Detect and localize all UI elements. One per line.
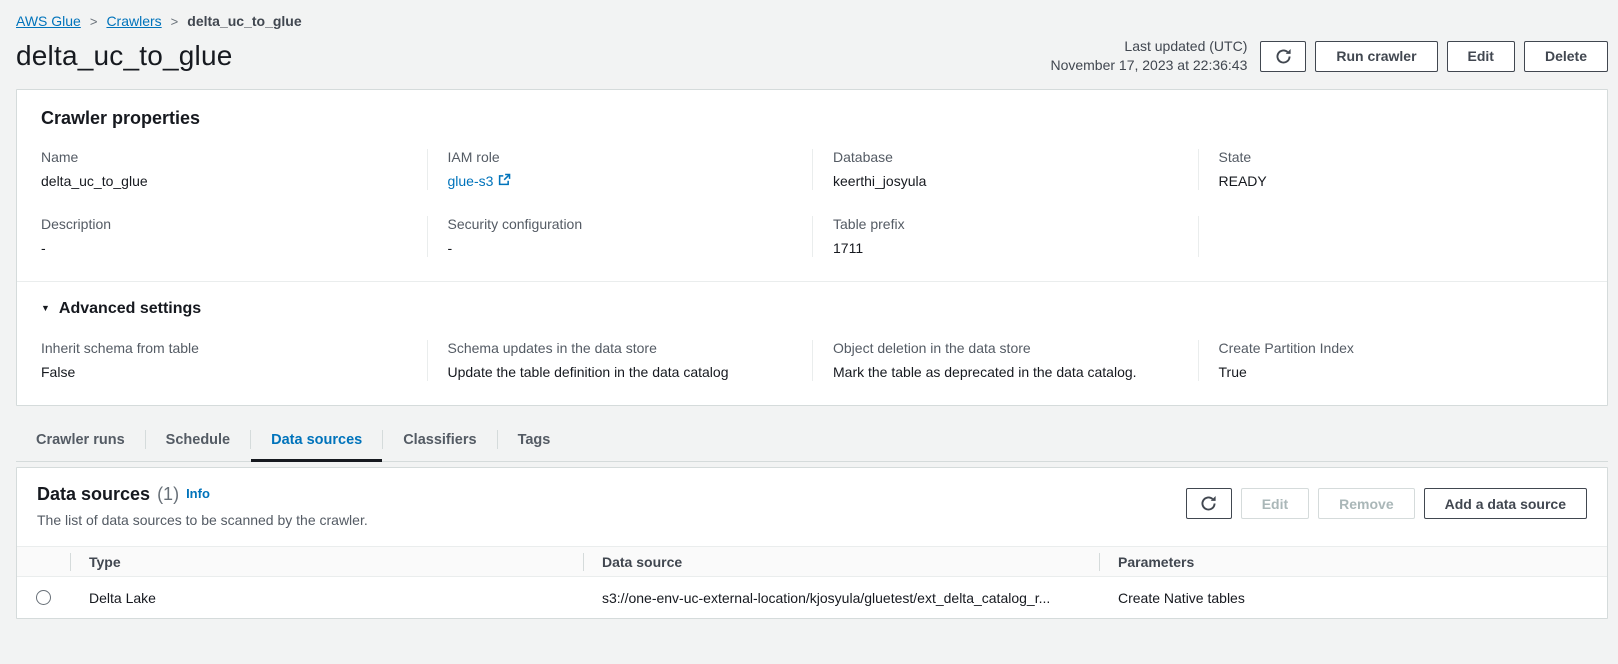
- external-link-icon: [498, 172, 511, 190]
- breadcrumb-separator-icon: >: [90, 14, 98, 29]
- data-sources-table: Type Data source Parameters Delta Lake s…: [17, 546, 1607, 618]
- field-value: 1711: [833, 239, 1174, 257]
- field-value: Mark the table as deprecated in the data…: [833, 363, 1174, 381]
- field-object-deletion: Object deletion in the data store Mark t…: [812, 340, 1198, 381]
- field-label: Name: [41, 149, 403, 165]
- delete-crawler-button[interactable]: Delete: [1524, 41, 1608, 72]
- field-label: State: [1219, 149, 1560, 165]
- field-label: Database: [833, 149, 1174, 165]
- edit-source-button[interactable]: Edit: [1241, 488, 1309, 519]
- advanced-settings-grid: Inherit schema from table False Schema u…: [41, 340, 1583, 381]
- crawler-properties-heading: Crawler properties: [41, 108, 1583, 129]
- run-crawler-button[interactable]: Run crawler: [1315, 41, 1437, 72]
- field-label: Object deletion in the data store: [833, 340, 1174, 356]
- field-partition-index: Create Partition Index True: [1198, 340, 1584, 381]
- field-value: keerthi_josyula: [833, 172, 1174, 190]
- tab-schedule[interactable]: Schedule: [146, 422, 250, 462]
- data-sources-description: The list of data sources to be scanned b…: [37, 512, 368, 528]
- tab-bar: Crawler runs Schedule Data sources Class…: [16, 422, 1608, 462]
- field-label: Security configuration: [448, 216, 789, 232]
- breadcrumb-link-aws-glue[interactable]: AWS Glue: [16, 13, 81, 29]
- info-link[interactable]: Info: [186, 486, 210, 501]
- field-inherit-schema: Inherit schema from table False: [41, 340, 427, 381]
- field-description: Description -: [41, 216, 427, 257]
- field-schema-updates: Schema updates in the data store Update …: [427, 340, 813, 381]
- field-label: Schema updates in the data store: [448, 340, 789, 356]
- tab-classifiers[interactable]: Classifiers: [383, 422, 496, 462]
- field-name: Name delta_uc_to_glue: [41, 149, 427, 190]
- field-table-prefix: Table prefix 1711: [812, 216, 1198, 257]
- data-sources-header: Data sources (1) Info The list of data s…: [17, 468, 1607, 538]
- breadcrumb: AWS Glue > Crawlers > delta_uc_to_glue: [16, 0, 1608, 29]
- advanced-settings-toggle[interactable]: ▼ Advanced settings: [41, 300, 1583, 318]
- page-title: delta_uc_to_glue: [16, 40, 233, 72]
- iam-role-link[interactable]: glue-s3: [448, 172, 512, 190]
- crawler-properties-panel: Crawler properties Name delta_uc_to_glue…: [16, 89, 1608, 406]
- column-header-type: Type: [70, 554, 583, 570]
- field-value: -: [448, 239, 789, 257]
- advanced-settings-heading: Advanced settings: [59, 300, 201, 318]
- breadcrumb-separator-icon: >: [171, 14, 179, 29]
- breadcrumb-current: delta_uc_to_glue: [187, 13, 301, 29]
- add-data-source-button[interactable]: Add a data source: [1424, 488, 1587, 519]
- field-iam-role: IAM role glue-s3: [427, 149, 813, 190]
- data-sources-count: (1): [157, 484, 179, 505]
- page-header-actions: Last updated (UTC) November 17, 2023 at …: [1050, 37, 1608, 75]
- field-value: -: [41, 239, 403, 257]
- field-security-configuration: Security configuration -: [427, 216, 813, 257]
- edit-crawler-button[interactable]: Edit: [1447, 41, 1515, 72]
- cell-type: Delta Lake: [70, 590, 583, 606]
- last-updated-label: Last updated (UTC): [1050, 37, 1247, 56]
- data-sources-heading-block: Data sources (1) Info The list of data s…: [37, 484, 368, 528]
- refresh-icon: [1200, 495, 1217, 512]
- caret-down-icon: ▼: [41, 303, 50, 313]
- refresh-button[interactable]: [1260, 41, 1306, 72]
- last-updated-value: November 17, 2023 at 22:36:43: [1050, 56, 1247, 75]
- breadcrumb-link-crawlers[interactable]: Crawlers: [106, 13, 161, 29]
- column-header-parameters: Parameters: [1099, 554, 1607, 570]
- table-row[interactable]: Delta Lake s3://one-env-uc-external-loca…: [17, 577, 1607, 618]
- row-select-radio[interactable]: [36, 590, 51, 605]
- tab-tags[interactable]: Tags: [498, 422, 571, 462]
- field-value: True: [1219, 363, 1560, 381]
- field-label: Description: [41, 216, 403, 232]
- properties-grid: Name delta_uc_to_glue IAM role glue-s3 D…: [41, 149, 1583, 257]
- page: AWS Glue > Crawlers > delta_uc_to_glue d…: [0, 0, 1618, 619]
- cell-data-source: s3://one-env-uc-external-location/kjosyu…: [583, 590, 1099, 606]
- section-divider: [17, 281, 1607, 282]
- column-header-data-source: Data source: [583, 554, 1099, 570]
- refresh-icon: [1275, 48, 1292, 65]
- last-updated: Last updated (UTC) November 17, 2023 at …: [1050, 37, 1247, 75]
- field-state: State READY: [1198, 149, 1584, 190]
- iam-role-link-label: glue-s3: [448, 172, 494, 190]
- cell-parameters: Create Native tables: [1099, 590, 1607, 606]
- tab-crawler-runs[interactable]: Crawler runs: [16, 422, 145, 462]
- crawler-state-value: READY: [1219, 172, 1560, 190]
- field-label: Create Partition Index: [1219, 340, 1560, 356]
- data-sources-panel: Data sources (1) Info The list of data s…: [16, 467, 1608, 619]
- table-header-row: Type Data source Parameters: [17, 546, 1607, 577]
- page-header: delta_uc_to_glue Last updated (UTC) Nove…: [16, 37, 1608, 75]
- field-label: IAM role: [448, 149, 789, 165]
- remove-source-button[interactable]: Remove: [1318, 488, 1414, 519]
- field-label: Table prefix: [833, 216, 1174, 232]
- field-database: Database keerthi_josyula: [812, 149, 1198, 190]
- field-value: False: [41, 363, 403, 381]
- field-label: Inherit schema from table: [41, 340, 403, 356]
- data-sources-heading: Data sources: [37, 484, 150, 505]
- refresh-sources-button[interactable]: [1186, 488, 1232, 519]
- field-empty: [1198, 216, 1584, 257]
- tab-data-sources[interactable]: Data sources: [251, 422, 382, 462]
- data-sources-actions: Edit Remove Add a data source: [1186, 484, 1587, 519]
- field-value: Update the table definition in the data …: [448, 363, 789, 381]
- field-value: delta_uc_to_glue: [41, 172, 403, 190]
